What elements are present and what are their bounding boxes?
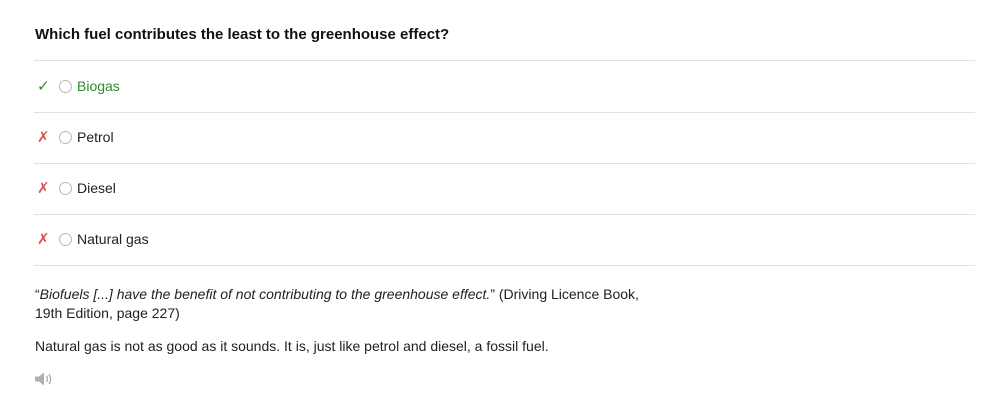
answer-label: Petrol	[77, 129, 114, 145]
answer-option-petrol[interactable]: ✗ Petrol	[34, 112, 975, 162]
answer-option-diesel[interactable]: ✗ Diesel	[34, 163, 975, 213]
radio-button[interactable]	[59, 232, 72, 246]
question-text: Which fuel contributes the least to the …	[35, 26, 450, 43]
quote-source-line2: 19th Edition, page 227)	[35, 305, 180, 321]
answer-option-biogas[interactable]: ✓ Biogas	[34, 61, 975, 111]
explanation-note: Natural gas is not as good as it sounds.…	[35, 338, 549, 354]
wrong-cross-icon: ✗	[37, 231, 50, 248]
radio-button[interactable]	[59, 181, 72, 195]
answer-option-natural-gas[interactable]: ✗ Natural gas	[34, 214, 975, 264]
wrong-cross-icon: ✗	[37, 129, 50, 146]
correct-check-icon: ✓	[37, 78, 50, 95]
radio-button[interactable]	[59, 79, 72, 93]
speaker-icon[interactable]	[34, 371, 54, 387]
wrong-cross-icon: ✗	[37, 180, 50, 197]
quote-source: (Driving Licence Book,	[494, 286, 639, 302]
answer-label: Diesel	[77, 180, 116, 196]
quote-text: Biofuels [...] have the benefit of not c…	[39, 286, 491, 302]
quiz-page: Which fuel contributes the least to the …	[0, 0, 987, 408]
answer-label: Biogas	[77, 78, 120, 94]
explanation-quote: “Biofuels [...] have the benefit of not …	[35, 285, 639, 323]
radio-button[interactable]	[59, 130, 72, 144]
answer-label: Natural gas	[77, 231, 149, 247]
divider	[34, 265, 975, 266]
